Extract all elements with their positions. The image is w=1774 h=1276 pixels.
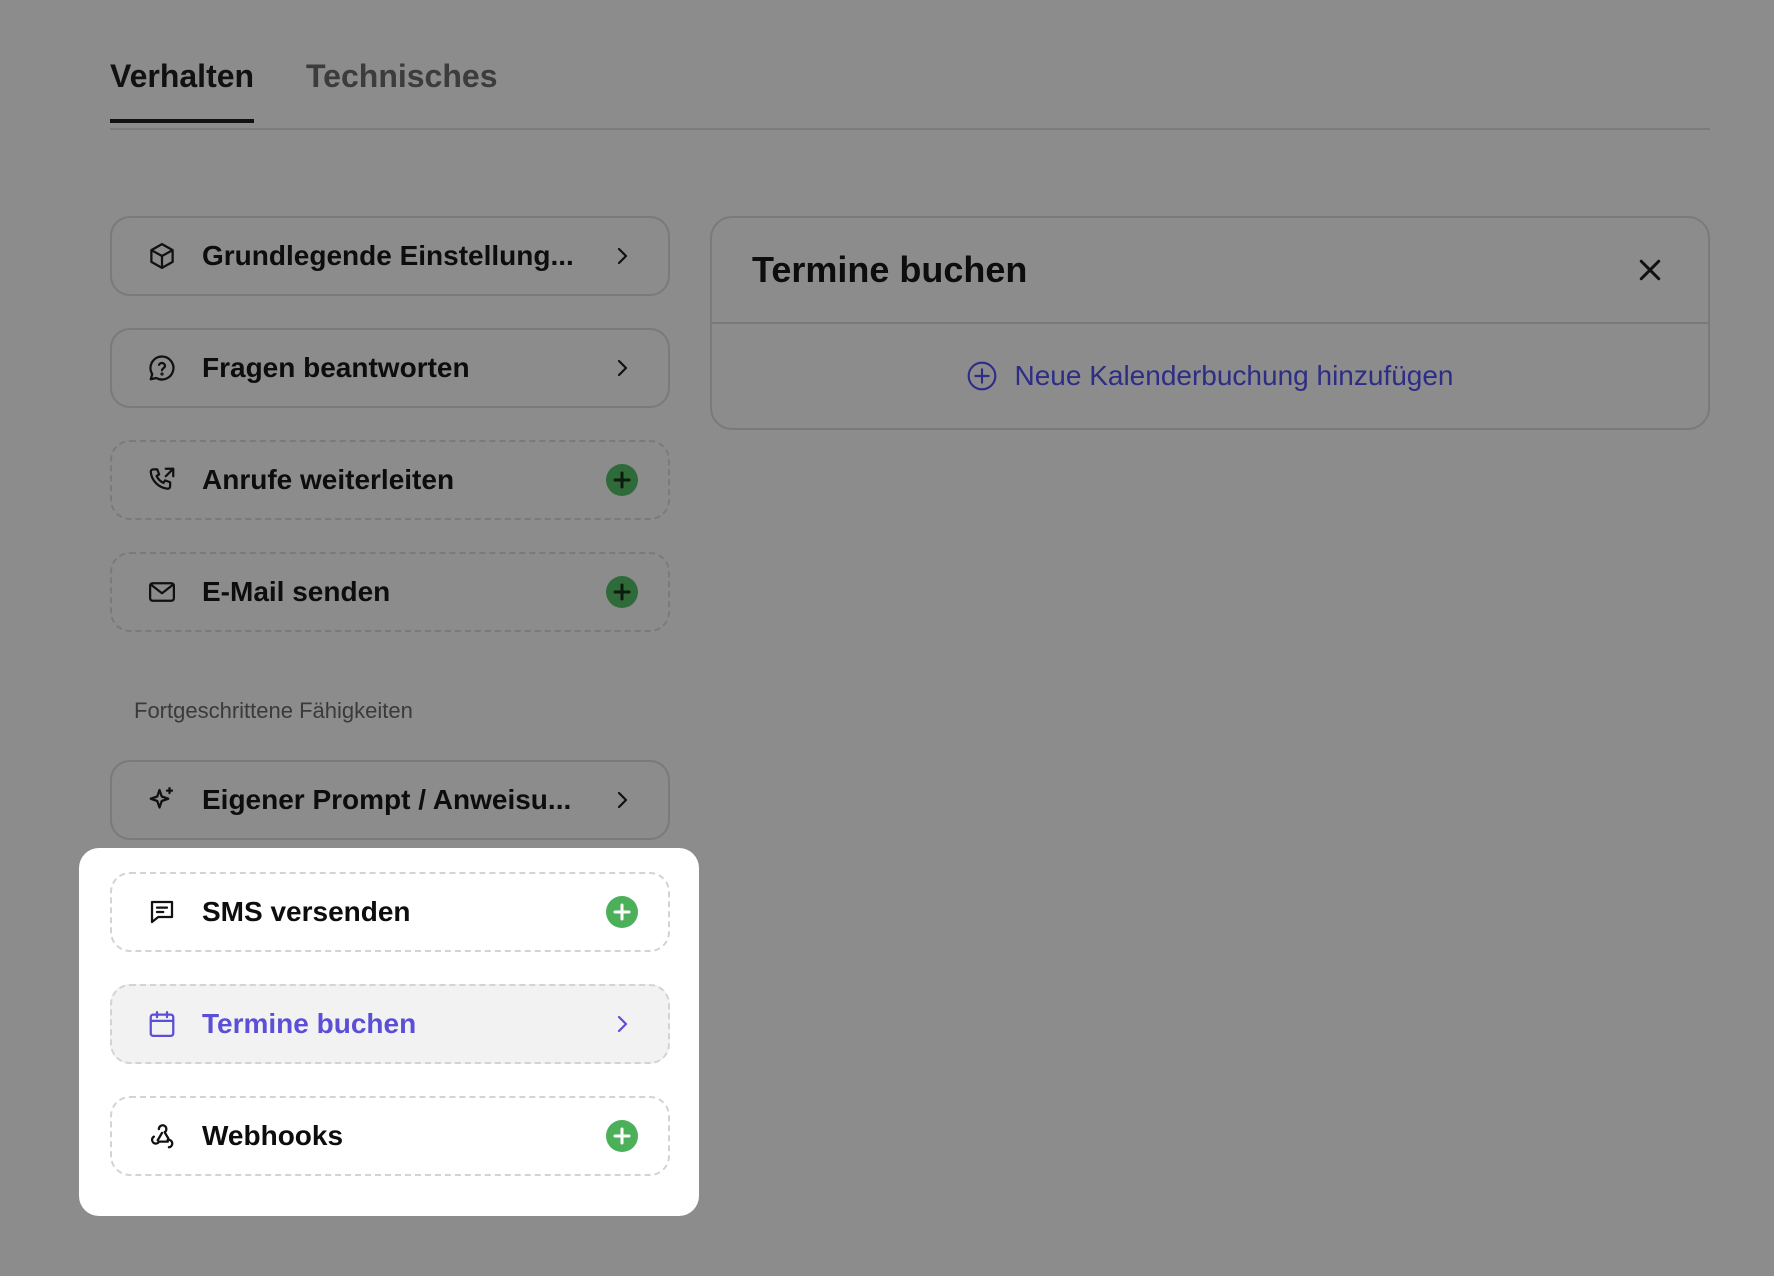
item-grundlegende-einstellungen[interactable]: Grundlegende Einstellung...	[110, 216, 670, 296]
cube-icon	[146, 240, 178, 272]
add-circle-icon[interactable]	[606, 1120, 638, 1152]
add-calendar-booking-label: Neue Kalenderbuchung hinzufügen	[1014, 360, 1454, 391]
add-circle-icon[interactable]	[606, 464, 638, 496]
item-label: Termine buchen	[202, 1008, 417, 1039]
tab-bar: Verhalten Technisches	[110, 48, 1710, 130]
item-termine-buchen[interactable]: Termine buchen	[110, 984, 670, 1064]
item-label: Eigener Prompt / Anweisu...	[202, 784, 572, 815]
message-icon	[146, 896, 178, 928]
chevron-right-icon	[606, 352, 638, 384]
phone-forward-icon	[146, 464, 178, 496]
chevron-right-icon	[606, 784, 638, 816]
item-eigener-prompt[interactable]: Eigener Prompt / Anweisu...	[110, 760, 670, 840]
item-fragen-beantworten[interactable]: Fragen beantworten	[110, 328, 670, 408]
item-webhooks[interactable]: Webhooks	[110, 1096, 670, 1176]
add-circle-icon[interactable]	[606, 896, 638, 928]
section-label-advanced: Fortgeschrittene Fähigkeiten	[134, 698, 413, 723]
calendar-icon	[146, 1008, 178, 1040]
detail-panel-title: Termine buchen	[752, 249, 1028, 290]
item-label: Grundlegende Einstellung...	[202, 240, 574, 271]
item-anrufe-weiterleiten[interactable]: Anrufe weiterleiten	[110, 440, 670, 520]
item-sms-versenden[interactable]: SMS versenden	[110, 872, 670, 952]
detail-panel-header: Termine buchen	[712, 218, 1708, 324]
item-label: Fragen beantworten	[202, 352, 470, 383]
add-circle-icon[interactable]	[606, 576, 638, 608]
item-label: E-Mail senden	[202, 576, 391, 607]
detail-panel-body: Neue Kalenderbuchung hinzufügen	[712, 324, 1708, 428]
close-icon[interactable]	[1632, 252, 1668, 288]
item-email-senden[interactable]: E-Mail senden	[110, 552, 670, 632]
item-label: Webhooks	[202, 1120, 344, 1151]
highlight-panel: SMS versenden Termine buchen Webhooks	[79, 848, 699, 1216]
plus-circle-icon	[966, 360, 998, 392]
add-calendar-booking-button[interactable]: Neue Kalenderbuchung hinzufügen	[966, 360, 1454, 392]
item-label: Anrufe weiterleiten	[202, 464, 455, 495]
webhook-icon	[146, 1120, 178, 1152]
item-label: SMS versenden	[202, 896, 411, 927]
chevron-right-icon	[606, 240, 638, 272]
sparkle-icon	[146, 784, 178, 816]
tab-technisches[interactable]: Technisches	[306, 58, 497, 119]
mail-icon	[146, 576, 178, 608]
chevron-right-icon	[606, 1008, 638, 1040]
question-chat-icon	[146, 352, 178, 384]
tab-verhalten[interactable]: Verhalten	[110, 58, 255, 123]
detail-panel: Termine buchen Neue Kalenderbuchung hinz…	[710, 216, 1710, 430]
